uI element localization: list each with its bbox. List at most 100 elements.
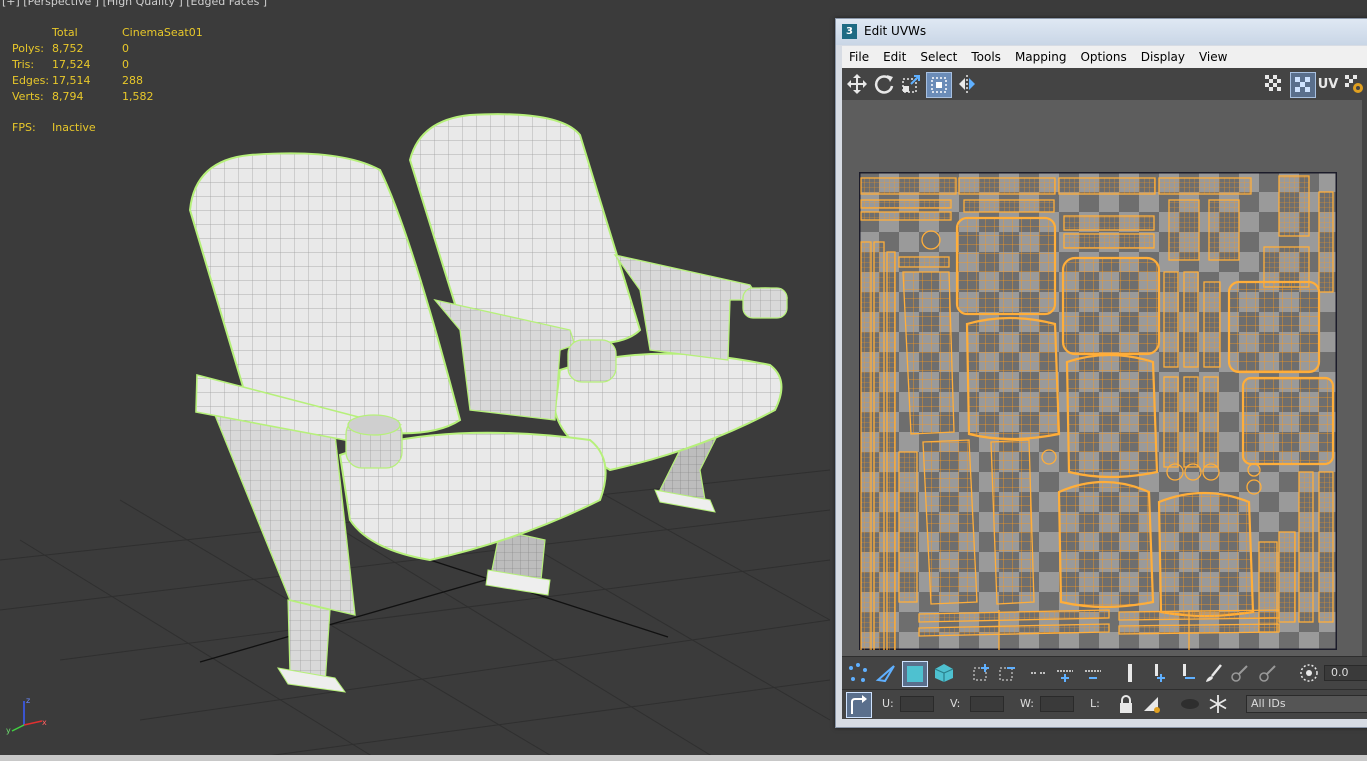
checker-map-icon — [1295, 77, 1310, 92]
stats-row: Edges: 17,514 288 — [12, 73, 202, 89]
soft-select-icon — [1300, 664, 1318, 682]
uvw-bottom-toolbar: 0.0 — [842, 656, 1367, 690]
axis-x-label: x — [42, 718, 47, 727]
checker-icon — [1265, 75, 1281, 91]
offset-icon — [851, 695, 867, 714]
loop-shrink-button[interactable] — [1082, 661, 1106, 685]
lock-button[interactable] — [1114, 692, 1138, 716]
edge-icon — [875, 665, 895, 683]
element-cube-icon — [934, 664, 954, 682]
window-titlebar[interactable]: 3 Edit UVWs — [836, 19, 1367, 45]
mirror-icon — [959, 75, 975, 93]
stats-selected: 288 — [122, 74, 143, 87]
mirror-tool-button[interactable] — [955, 72, 979, 96]
stats-label: Polys: — [12, 42, 44, 55]
vertex-icon — [849, 663, 867, 682]
ring-grow-button[interactable] — [1148, 661, 1172, 685]
u-field[interactable] — [900, 696, 934, 712]
menu-display[interactable]: Display — [1134, 50, 1192, 64]
stats-total: 17,524 — [52, 58, 91, 71]
stats-selected: 1,582 — [122, 90, 154, 103]
grow-icon — [973, 664, 989, 681]
timeline-strip[interactable] — [0, 755, 1367, 761]
stats-row: Polys: 8,752 0 — [12, 41, 202, 57]
brush-icon — [1206, 664, 1222, 682]
menu-edit[interactable]: Edit — [876, 50, 913, 64]
stats-header-total: Total — [52, 26, 78, 39]
ring-shrink-icon — [1183, 664, 1195, 679]
v-field[interactable] — [970, 696, 1004, 712]
stats-header-object: CinemaSeat01 — [122, 26, 203, 39]
uv-editor-canvas[interactable] — [842, 100, 1362, 656]
loop-shrink-icon — [1085, 670, 1101, 679]
falloff-value: 0.0 — [1331, 666, 1349, 679]
edit-uvws-window[interactable]: 3 Edit UVWs File Edit Select Tools Mappi… — [835, 18, 1367, 728]
menu-select[interactable]: Select — [913, 50, 964, 64]
material-id-dropdown[interactable]: All IDs — [1246, 695, 1367, 713]
menu-file[interactable]: File — [842, 50, 876, 64]
edge-select-button[interactable] — [874, 661, 898, 685]
stats-label: Verts: — [12, 90, 44, 103]
stats-total: 8,794 — [52, 90, 84, 103]
w-label: W: — [1020, 697, 1034, 710]
menu-options[interactable]: Options — [1073, 50, 1133, 64]
viewport-label-menu[interactable]: [+] [Perspective ] [High Quality ] [Edge… — [2, 0, 267, 8]
stats-selected: 0 — [122, 58, 129, 71]
uvw-editor-body: File Edit Select Tools Mapping Options D… — [842, 46, 1367, 719]
loop-icon — [1031, 672, 1046, 674]
freeform-icon — [931, 77, 947, 93]
isolate-button[interactable] — [1178, 692, 1202, 716]
stats-total: 8,752 — [52, 42, 84, 55]
show-map-button[interactable] — [1290, 72, 1316, 98]
rotate-tool-button[interactable] — [872, 72, 896, 96]
paint-grow-button[interactable] — [1228, 661, 1252, 685]
w-field[interactable] — [1040, 696, 1074, 712]
scale-tool-button[interactable] — [899, 72, 923, 96]
ring-shrink-button[interactable] — [1176, 661, 1200, 685]
ring-select-button[interactable] — [1118, 661, 1142, 685]
loop-grow-button[interactable] — [1054, 661, 1078, 685]
shrink-icon — [999, 667, 1015, 681]
polygon-select-button[interactable] — [902, 661, 928, 687]
statistics-overlay: Total CinemaSeat01 Polys: 8,752 0 Tris: … — [12, 25, 203, 105]
falloff-spinner[interactable]: 0.0 — [1324, 665, 1367, 681]
menu-mapping[interactable]: Mapping — [1008, 50, 1074, 64]
axis-z-label: z — [26, 696, 30, 705]
move-icon — [847, 74, 867, 94]
texture-options-button[interactable] — [1342, 72, 1366, 96]
freeform-tool-button[interactable] — [926, 72, 952, 98]
menu-tools[interactable]: Tools — [964, 50, 1008, 64]
soft-selection-button[interactable] — [1297, 661, 1321, 685]
uv-axis-toggle[interactable]: UV — [1316, 72, 1340, 96]
vertex-select-button[interactable] — [846, 661, 870, 685]
isolate-icon — [1181, 699, 1199, 709]
paint-select-button[interactable] — [1202, 661, 1226, 685]
stats-header-blank — [12, 25, 52, 41]
fps-value: Inactive — [52, 121, 96, 134]
snowflake-icon — [1209, 695, 1227, 713]
element-select-button[interactable] — [932, 661, 956, 685]
menu-view[interactable]: View — [1192, 50, 1234, 64]
stats-total: 17,514 — [52, 74, 91, 87]
lock-icon — [1120, 695, 1132, 713]
uv-layout-map[interactable] — [859, 172, 1337, 650]
v-label: V: — [950, 697, 961, 710]
grow-selection-button[interactable] — [970, 661, 994, 685]
move-tool-button[interactable] — [845, 72, 869, 96]
fps-label: FPS: — [12, 121, 36, 134]
absolute-offset-toggle[interactable] — [846, 692, 872, 718]
hide-eye-icon — [1144, 697, 1160, 713]
hide-button[interactable] — [1140, 692, 1164, 716]
shrink-selection-button[interactable] — [996, 661, 1020, 685]
checker-toggle-button[interactable] — [1262, 72, 1286, 96]
scale-icon — [902, 75, 920, 93]
loop-select-button[interactable] — [1028, 661, 1052, 685]
polygon-icon — [907, 666, 923, 682]
freeze-button[interactable] — [1206, 692, 1230, 716]
paint-shrink-button[interactable] — [1256, 661, 1280, 685]
stats-row: Tris: 17,524 0 — [12, 57, 202, 73]
fps-readout: FPS: Inactive — [12, 121, 96, 134]
uv-right-scrollbar[interactable] — [1362, 100, 1367, 656]
ring-icon — [1128, 664, 1132, 682]
app-icon: 3 — [842, 24, 857, 39]
